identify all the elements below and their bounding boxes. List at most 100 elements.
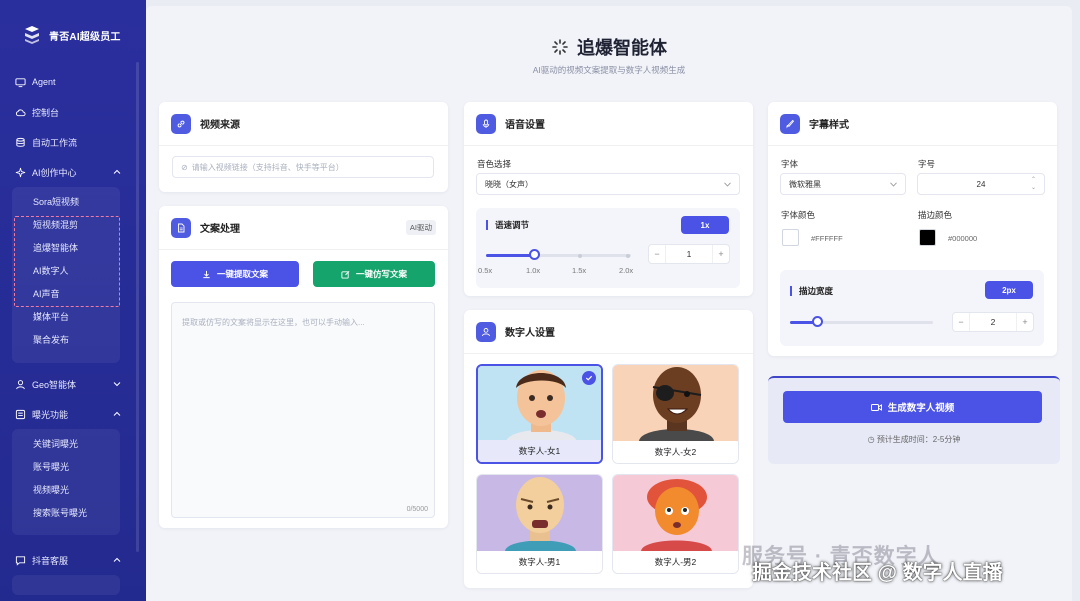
speed-tick-label: 2.0x [619, 266, 634, 275]
sidebar-subitem-account[interactable]: 账号曝光 [12, 456, 120, 479]
card-header: 语音设置 [464, 102, 753, 146]
sidebar-item-ai-center[interactable]: AI创作中心 [0, 157, 146, 187]
edit-icon [341, 270, 350, 279]
sidebar-item-label: Agent [32, 77, 56, 87]
speed-stepper[interactable]: − 1 + [648, 244, 730, 264]
speed-slider-knob[interactable] [529, 249, 541, 260]
plus-button[interactable]: + [713, 249, 729, 259]
timbre-label: 音色选择 [477, 159, 512, 169]
sidebar-subitem-publish[interactable]: 聚合发布 [12, 329, 120, 352]
avatar-name: 数字人-男1 [477, 551, 602, 573]
voice-settings-card: 语音设置 音色选择 晓晓（女声） 语速调节 1x 0.5x 1.0x 1.5x … [464, 102, 753, 296]
chevron-up-icon [113, 411, 121, 416]
ai-driven-badge: AI驱动 [405, 220, 436, 235]
rewrite-copy-button[interactable]: 一键仿写文案 [313, 261, 435, 287]
generate-video-button[interactable]: 生成数字人视频 [783, 391, 1042, 423]
estimate-text: ◷ 预计生成时间：2-5分钟 [768, 434, 1060, 445]
font-color-hex: #FFFFFF [811, 234, 843, 243]
sidebar-item-console[interactable]: 控制台 [0, 97, 146, 127]
sidebar-item-label: 抖音客服 [32, 555, 69, 566]
speed-panel: 语速调节 1x 0.5x 1.0x 1.5x 2.0x − 1 + [476, 208, 740, 288]
font-color-swatch[interactable] [782, 229, 799, 246]
avatar-card-male-1[interactable]: 数字人-男1 [476, 474, 603, 574]
card-header: 数字人设置 [464, 310, 753, 354]
highlight-box [14, 216, 120, 307]
size-input[interactable]: 24 ⌃ ⌄ [917, 173, 1045, 195]
card-title: 语音设置 [505, 120, 545, 131]
extract-copy-label: 一键提取文案 [216, 269, 268, 279]
video-source-card: 视频来源 ⊘ 请输入视频链接（支持抖音、快手等平台） [159, 102, 448, 192]
chevron-down-icon [890, 182, 897, 187]
font-select[interactable]: 微软雅黑 [780, 173, 906, 195]
sparkle-icon [14, 166, 26, 178]
sidebar-item-exposure[interactable]: 曝光功能 [0, 399, 146, 429]
extract-copy-button[interactable]: 一键提取文案 [171, 261, 299, 287]
microphone-icon [476, 113, 496, 134]
stroke-width-badge: 2px [985, 281, 1033, 299]
sidebar: 青否AI超级员工 Agent 控制台 自动工作流 AI创作中心 Sora短视频 … [0, 0, 146, 601]
plus-button[interactable]: + [1017, 317, 1033, 327]
stroke-color-swatch[interactable] [919, 229, 936, 246]
sidebar-subitem-video[interactable]: 视频曝光 [12, 479, 120, 502]
chevron-down-icon [724, 182, 731, 187]
stroke-stepper[interactable]: − 2 + [952, 312, 1034, 332]
sidebar-subitem-sora[interactable]: Sora短视频 [12, 191, 120, 214]
cloud-icon [14, 106, 26, 118]
download-icon [203, 270, 210, 278]
digital-human-card: 数字人设置 数字人-女1 数字人-女2 数字人-男1 数字人-男2 [464, 310, 753, 588]
page-title-text: 追爆智能体 [577, 38, 667, 58]
sidebar-item-label: 控制台 [32, 107, 60, 118]
rewrite-copy-label: 一键仿写文案 [355, 269, 407, 279]
sidebar-item-workflow[interactable]: 自动工作流 [0, 127, 146, 157]
chevron-up-icon [113, 557, 121, 562]
speed-stepper-value[interactable]: 1 [665, 245, 713, 263]
stroke-color-hex: #000000 [948, 234, 978, 243]
speed-tick-label: 1.0x [526, 266, 541, 275]
video-url-input[interactable]: ⊘ 请输入视频链接（支持抖音、快手等平台） [172, 156, 434, 178]
list-icon [14, 408, 26, 420]
card-header: 字幕样式 [768, 102, 1057, 146]
sidebar-scrollbar[interactable] [136, 62, 139, 552]
loader-icon [552, 39, 568, 55]
brand[interactable]: 青否AI超级员工 [0, 0, 146, 50]
page-title: 追爆智能体 [146, 34, 1072, 60]
speed-slider-fill [486, 254, 535, 257]
brand-name: 青否AI超级员工 [49, 31, 121, 43]
avatar-image [477, 475, 602, 551]
sidebar-subitem-search-account[interactable]: 搜索账号曝光 [12, 502, 120, 525]
generate-video-label: 生成数字人视频 [887, 403, 955, 414]
video-camera-icon [870, 403, 882, 411]
avatar-image [613, 475, 738, 551]
clock-icon: ◷ [867, 435, 877, 444]
sidebar-subitem-keyword[interactable]: 关键词曝光 [12, 433, 120, 456]
stroke-slider-knob[interactable] [812, 316, 823, 327]
avatar-card-male-2[interactable]: 数字人-男2 [612, 474, 739, 574]
stroke-stepper-value[interactable]: 2 [969, 313, 1017, 331]
avatar-card-female-1[interactable]: 数字人-女1 [476, 364, 603, 464]
sidebar-item-geo[interactable]: Geo智能体 [0, 369, 146, 399]
chevron-down-icon [113, 382, 121, 387]
sidebar-item-agent[interactable]: Agent [0, 67, 146, 97]
stroke-color-label: 描边颜色 [918, 210, 953, 220]
minus-button[interactable]: − [649, 249, 665, 259]
card-title: 视频来源 [200, 120, 240, 131]
copy-textarea[interactable]: 提取或仿写的文案将显示在这里，也可以手动输入... 0/5000 [171, 302, 435, 518]
document-icon [171, 217, 191, 238]
speed-tick-dot [626, 253, 630, 258]
avatar-image [613, 365, 738, 441]
size-label: 字号 [918, 159, 936, 169]
sidebar-item-service[interactable]: 抖音客服 [0, 545, 146, 575]
watermark-community: 掘金技术社区 @ 数字人直播 [752, 562, 1003, 584]
sidebar-subitem-media[interactable]: 媒体平台 [12, 306, 120, 329]
avatar-card-female-2[interactable]: 数字人-女2 [612, 364, 739, 464]
spin-arrows-icon[interactable]: ⌃ ⌄ [1031, 176, 1036, 192]
estimate-value: 预计生成时间：2-5分钟 [876, 435, 961, 444]
link-icon [171, 113, 191, 134]
minus-button[interactable]: − [953, 317, 969, 327]
brand-logo-icon [22, 25, 42, 45]
avatar-name: 数字人-女1 [478, 440, 601, 462]
timbre-select[interactable]: 晓晓（女声） [476, 173, 740, 195]
char-count: 0/5000 [406, 506, 428, 513]
user-icon [476, 321, 496, 342]
generate-card: 生成数字人视频 ◷ 预计生成时间：2-5分钟 [768, 376, 1060, 464]
